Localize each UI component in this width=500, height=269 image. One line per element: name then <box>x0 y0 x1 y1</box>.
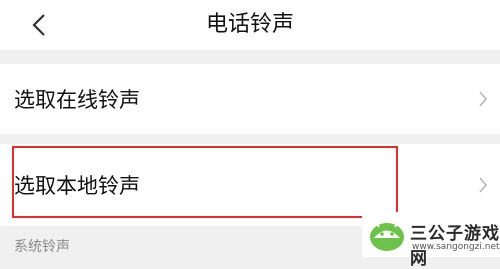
select-online-ringtone-label: 选取在线铃声 <box>14 88 140 112</box>
chevron-right-icon <box>479 91 488 107</box>
top-bar: 电话铃声 <box>0 0 500 50</box>
page-title: 电话铃声 <box>205 12 294 37</box>
android-logo-icon <box>370 221 404 251</box>
select-online-ringtone-item[interactable]: 选取在线铃声 <box>0 64 500 134</box>
watermark: 三公子游戏网 www.sangongzi.net <box>362 212 500 269</box>
section-header-system-ringtones: 系统铃声 <box>14 239 70 255</box>
select-local-ringtone-label: 选取本地铃声 <box>14 174 140 198</box>
watermark-url: www.sangongzi.net <box>412 242 500 252</box>
chevron-right-icon <box>479 177 488 193</box>
